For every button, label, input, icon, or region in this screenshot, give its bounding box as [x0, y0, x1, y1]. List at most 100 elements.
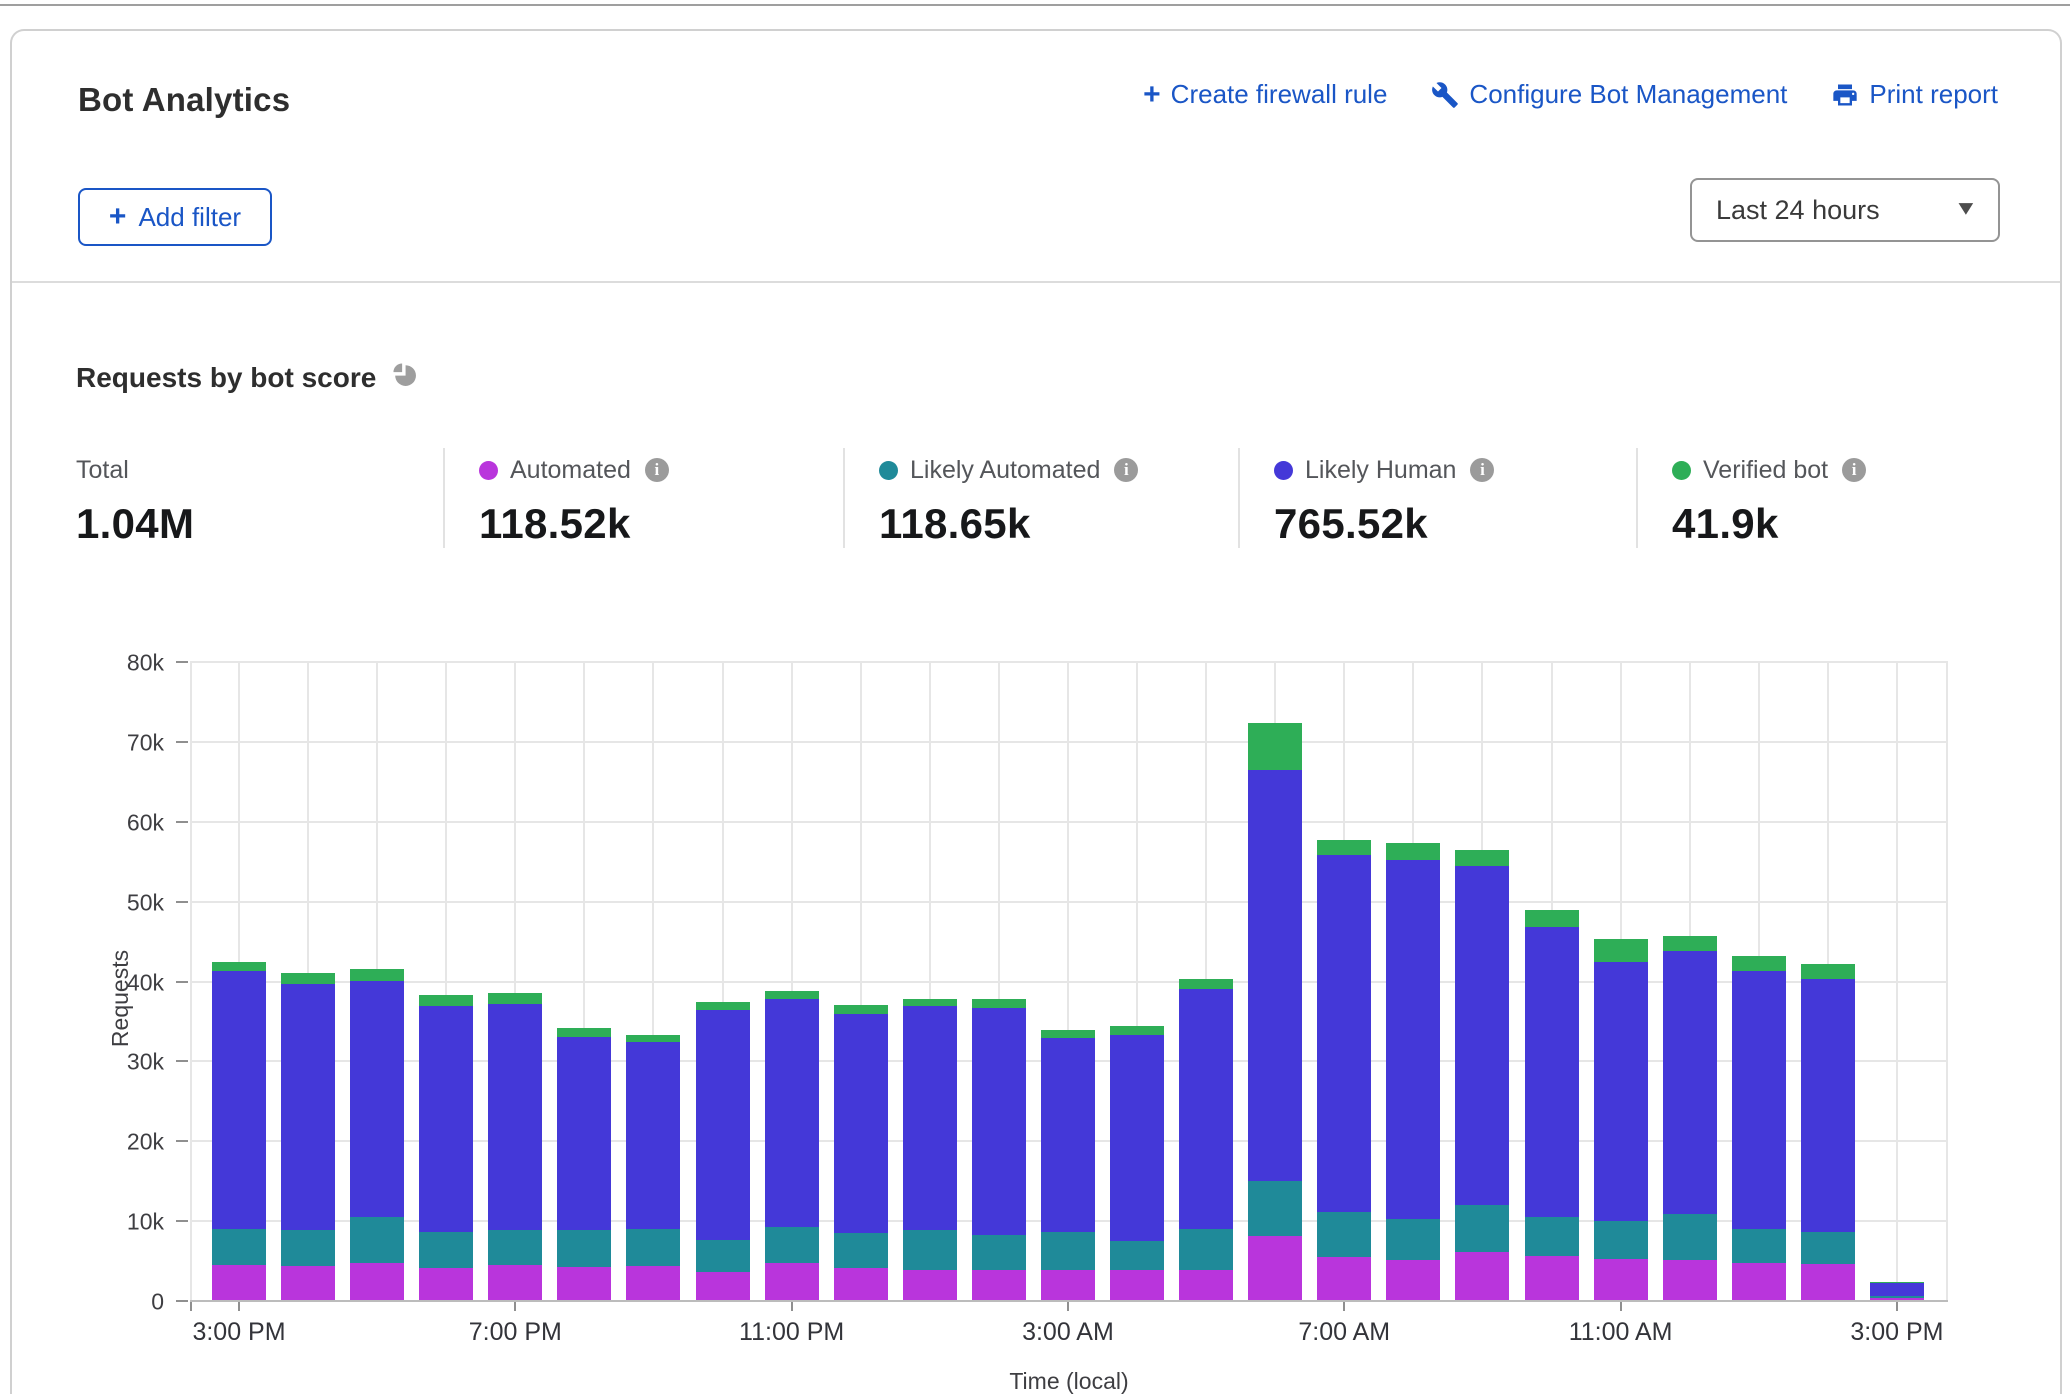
plus-icon: +	[1143, 80, 1161, 110]
y-tick-mark	[176, 1300, 188, 1302]
bar-segment-likely-human	[765, 999, 819, 1227]
bar-segment-likely-automated	[972, 1235, 1026, 1270]
gridline-vertical	[1896, 663, 1898, 1302]
bar-segment-verified-bot	[1110, 1026, 1164, 1036]
section-heading: Requests by bot score	[76, 362, 376, 394]
gridline-horizontal	[190, 901, 1948, 903]
bar-segment-automated	[212, 1265, 266, 1302]
bar-segment-likely-human	[1594, 962, 1648, 1222]
bar-segment-verified-bot	[765, 991, 819, 999]
bar-segment-likely-automated	[281, 1230, 335, 1266]
bar-segment-likely-automated	[557, 1230, 611, 1267]
y-tick-mark	[176, 1220, 188, 1222]
bar-segment-automated	[696, 1272, 750, 1302]
stacked-bar	[903, 999, 957, 1302]
bar-segment-likely-automated	[834, 1233, 888, 1267]
stat-value: 1.04M	[76, 500, 443, 548]
bar-segment-likely-automated	[1594, 1221, 1648, 1259]
plus-icon: +	[109, 202, 127, 232]
stacked-bar	[765, 991, 819, 1302]
x-tick-label: 3:00 PM	[1850, 1318, 1943, 1347]
stat-col-automated: Automatedi118.52k	[443, 448, 843, 548]
x-tick-mark	[238, 1302, 240, 1311]
y-tick-label: 40k	[127, 969, 164, 996]
bar-segment-likely-human	[488, 1004, 542, 1230]
configure-bot-management-label: Configure Bot Management	[1469, 79, 1787, 110]
bot-analytics-page: Bot Analytics + Create firewall rule Con…	[0, 0, 2070, 1394]
header-actions: + Create firewall rule Configure Bot Man…	[1143, 79, 1998, 110]
stacked-bar	[1870, 1282, 1924, 1302]
y-tick-mark	[176, 1140, 188, 1142]
bar-segment-verified-bot	[972, 999, 1026, 1008]
y-tick-label: 60k	[127, 809, 164, 836]
bar-segment-likely-human	[1041, 1038, 1095, 1231]
stacked-bar	[1386, 843, 1440, 1302]
stacked-bar	[1317, 840, 1371, 1302]
bar-segment-automated	[488, 1265, 542, 1302]
stacked-bar	[696, 1002, 750, 1302]
chevron-down-icon: ▼	[1954, 198, 1979, 221]
bar-segment-likely-automated	[488, 1230, 542, 1265]
create-firewall-rule-link[interactable]: + Create firewall rule	[1143, 79, 1387, 110]
bar-segment-verified-bot	[1455, 850, 1509, 866]
bar-segment-likely-automated	[1110, 1241, 1164, 1271]
bar-segment-likely-automated	[1041, 1232, 1095, 1270]
info-icon[interactable]: i	[1114, 458, 1138, 482]
bar-segment-likely-human	[903, 1006, 957, 1230]
info-icon[interactable]: i	[1842, 458, 1866, 482]
info-icon[interactable]: i	[1470, 458, 1494, 482]
bar-segment-automated	[972, 1270, 1026, 1302]
bar-segment-verified-bot	[1179, 979, 1233, 989]
bar-segment-likely-human	[1663, 951, 1717, 1215]
stat-label: Verified bot	[1703, 456, 1828, 485]
add-filter-button[interactable]: + Add filter	[78, 188, 272, 246]
gridline-vertical	[1946, 663, 1948, 1302]
bar-segment-verified-bot	[1248, 723, 1302, 770]
x-tick-label: 11:00 PM	[739, 1318, 844, 1347]
bar-segment-likely-automated	[350, 1217, 404, 1263]
stat-col-verified-bot: Verified boti41.9k	[1636, 448, 2010, 548]
stats-row: Total 1.04M Automatedi118.52kLikely Auto…	[76, 448, 2010, 548]
configure-bot-management-link[interactable]: Configure Bot Management	[1431, 79, 1787, 110]
bar-segment-verified-bot	[903, 999, 957, 1006]
gridline-horizontal	[190, 821, 1948, 823]
print-report-link[interactable]: Print report	[1831, 79, 1998, 110]
bar-segment-likely-human	[1110, 1035, 1164, 1240]
bar-segment-likely-human	[1317, 855, 1371, 1212]
plot-area: 010k20k30k40k50k60k70k80k3:00 PM7:00 PM1…	[190, 663, 1948, 1302]
gridline-vertical	[190, 663, 192, 1302]
time-range-select[interactable]: Last 24 hours ▼	[1690, 178, 2000, 242]
bar-segment-likely-automated	[765, 1227, 819, 1263]
stat-label: Automated	[510, 456, 631, 485]
section-heading-row: Requests by bot score	[76, 360, 420, 395]
bar-segment-likely-automated	[903, 1230, 957, 1270]
bar-segment-likely-automated	[1732, 1229, 1786, 1263]
bar-segment-likely-human	[1248, 770, 1302, 1181]
stat-label: Likely Automated	[910, 456, 1100, 485]
bar-segment-automated	[1386, 1260, 1440, 1302]
bar-segment-verified-bot	[350, 969, 404, 981]
info-icon[interactable]: i	[645, 458, 669, 482]
x-tick-mark	[190, 1302, 192, 1311]
stat-col-total: Total 1.04M	[76, 448, 443, 548]
bar-segment-verified-bot	[1801, 964, 1855, 978]
bar-segment-likely-human	[1732, 971, 1786, 1229]
stat-value: 118.65k	[879, 500, 1238, 548]
bar-segment-likely-automated	[419, 1232, 473, 1268]
bar-segment-verified-bot	[626, 1035, 680, 1042]
legend-dot-likely-human	[1274, 461, 1293, 480]
bar-segment-automated	[281, 1266, 335, 1302]
create-firewall-rule-label: Create firewall rule	[1171, 79, 1388, 110]
x-tick-label: 11:00 AM	[1569, 1318, 1673, 1347]
bar-segment-verified-bot	[1525, 910, 1579, 928]
stacked-bar	[1455, 850, 1509, 1302]
gridline-horizontal	[190, 741, 1948, 743]
stacked-bar	[972, 999, 1026, 1302]
bar-segment-automated	[1663, 1260, 1717, 1302]
bar-segment-automated	[350, 1263, 404, 1302]
y-tick-label: 80k	[127, 650, 164, 677]
printer-icon	[1831, 81, 1859, 109]
y-axis-label: Requests	[107, 950, 134, 1047]
bar-segment-likely-automated	[626, 1229, 680, 1267]
stat-label: Total	[76, 456, 129, 485]
